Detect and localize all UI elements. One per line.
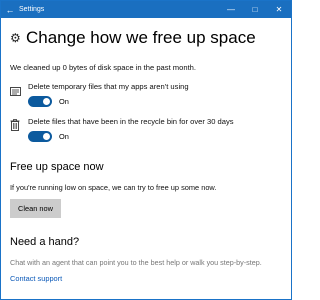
help-description: Chat with an agent that can point you to…	[10, 258, 262, 267]
option-recycle-bin: Delete files that have been in the recyc…	[10, 117, 282, 142]
clean-now-button[interactable]: Clean now	[10, 199, 61, 218]
free-up-description: If you're running low on space, we can t…	[10, 183, 217, 192]
close-button[interactable]: ✕	[267, 5, 291, 14]
toggle-state: On	[59, 97, 69, 106]
title-bar: ← Settings — □ ✕	[1, 1, 291, 18]
window-title: Settings	[19, 6, 45, 13]
page-content: ⚙ Change how we free up space We cleaned…	[1, 28, 291, 286]
option-temp-files: Delete temporary files that my apps aren…	[10, 82, 282, 107]
gear-icon: ⚙	[10, 31, 21, 45]
recycle-bin-toggle[interactable]	[28, 131, 52, 142]
help-heading: Need a hand?	[10, 236, 80, 248]
maximize-button[interactable]: □	[243, 5, 267, 14]
page-title: Change how we free up space	[26, 28, 256, 47]
temp-files-toggle[interactable]	[28, 96, 52, 107]
recycle-bin-icon	[10, 117, 28, 142]
option-label: Delete files that have been in the recyc…	[28, 117, 234, 126]
contact-support-link[interactable]: Contact support	[10, 274, 62, 283]
minimize-button[interactable]: —	[219, 5, 243, 14]
settings-window: ← Settings — □ ✕ ⚙ Change how we free up…	[0, 0, 292, 300]
option-label: Delete temporary files that my apps aren…	[28, 82, 189, 91]
app-list-icon	[10, 82, 28, 107]
free-up-heading: Free up space now	[10, 161, 104, 173]
cleanup-summary: We cleaned up 0 bytes of disk space in t…	[10, 63, 197, 72]
page-header: ⚙ Change how we free up space	[10, 28, 282, 48]
toggle-state: On	[59, 132, 69, 141]
back-arrow-icon[interactable]: ←	[1, 5, 19, 15]
